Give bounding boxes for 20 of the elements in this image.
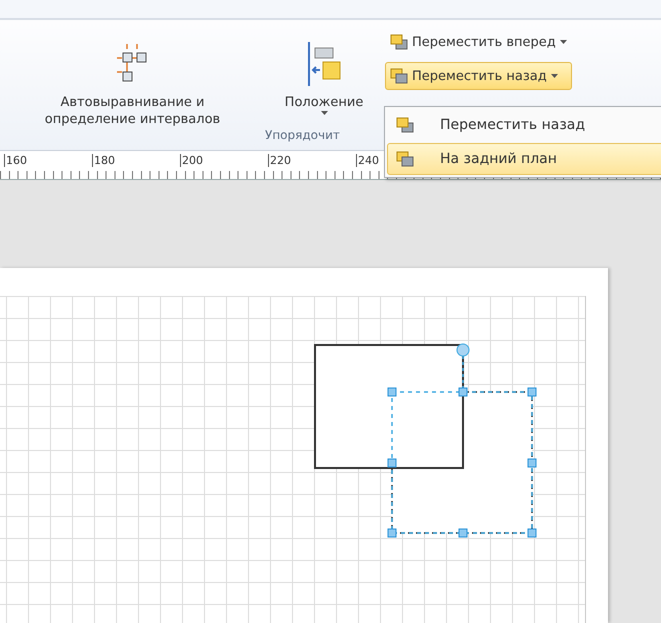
stacked-squares-icon [390, 68, 408, 84]
stacked-squares-icon [396, 117, 414, 133]
caret-icon [550, 74, 558, 78]
ruler-number: 240 [356, 154, 379, 167]
menu-item[interactable]: На задний план [387, 143, 661, 175]
caret-icon [560, 40, 567, 44]
auto-align-button[interactable]: Автовыравнивание и определение интервалов [0, 20, 265, 150]
send-backward-button[interactable]: Переместить назад [385, 62, 572, 90]
stacked-squares-icon [396, 151, 414, 167]
position-icon [307, 42, 341, 86]
rectangle-shape[interactable] [314, 344, 464, 469]
stacked-squares-icon [390, 34, 408, 50]
ruler-number: 180 [92, 154, 115, 167]
menu-item[interactable]: Переместить назад [387, 109, 661, 141]
bring-forward-button[interactable]: Переместить вперед [385, 28, 572, 56]
group-label: Упорядочит [265, 128, 340, 142]
ruler-number: 160 [4, 154, 27, 167]
selection-handles-drawing[interactable] [388, 344, 536, 538]
ruler-number: 220 [268, 154, 291, 167]
ruler-number: 200 [180, 154, 203, 167]
